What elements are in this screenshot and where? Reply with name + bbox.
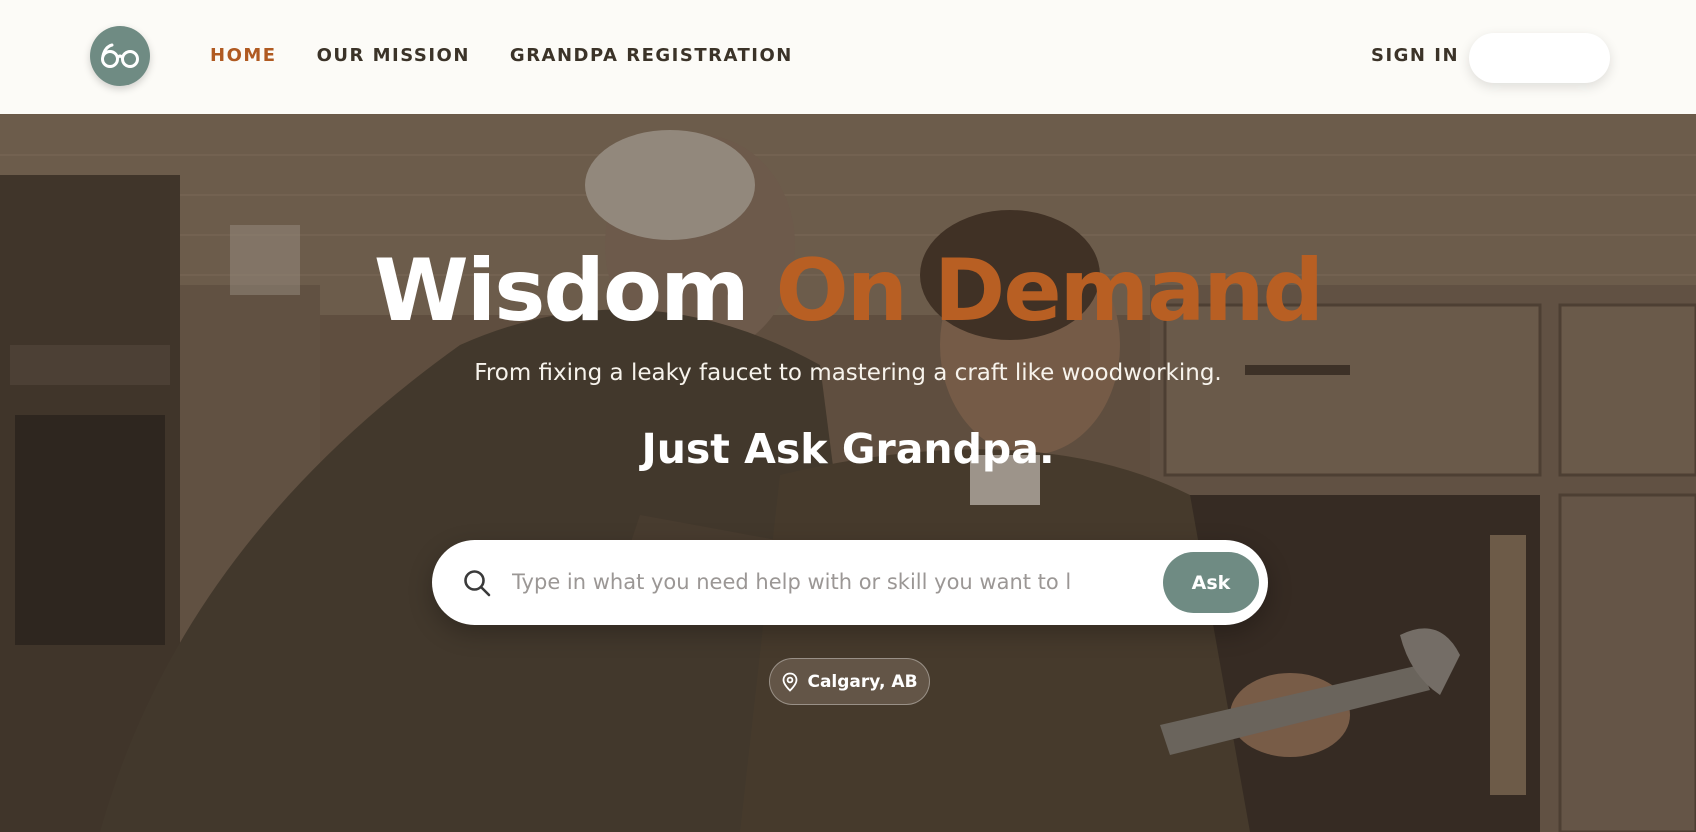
site-header: HOME OUR MISSION GRANDPA REGISTRATION SI… xyxy=(0,0,1696,115)
main-nav: HOME OUR MISSION GRANDPA REGISTRATION xyxy=(210,45,793,66)
location-label: Calgary, AB xyxy=(807,671,918,692)
logo[interactable] xyxy=(90,26,150,86)
hero-section: Wisdom On Demand From fixing a leaky fau… xyxy=(0,115,1696,832)
hero-subtitle: From fixing a leaky faucet to mastering … xyxy=(474,360,1222,386)
hero-tagline: Just Ask Grandpa. xyxy=(641,425,1055,473)
hero-title-accent: On Demand xyxy=(775,241,1324,341)
nav-grandpa-registration[interactable]: GRANDPA REGISTRATION xyxy=(510,45,793,66)
ask-button[interactable]: Ask xyxy=(1163,552,1259,613)
sign-in-link[interactable]: SIGN IN xyxy=(1371,45,1459,66)
reading-glasses-icon xyxy=(101,43,139,68)
hero-title: Wisdom On Demand xyxy=(0,241,1696,341)
location-chip[interactable]: Calgary, AB xyxy=(769,658,930,705)
nav-our-mission[interactable]: OUR MISSION xyxy=(317,45,470,66)
search-icon xyxy=(464,570,491,597)
hero-overlay xyxy=(0,115,1696,832)
hero-title-main: Wisdom xyxy=(373,241,750,341)
nav-home[interactable]: HOME xyxy=(210,45,277,66)
map-pin-icon xyxy=(783,672,798,692)
search-input[interactable] xyxy=(512,558,1072,606)
header-action-button[interactable] xyxy=(1469,33,1610,83)
search-bar: Ask xyxy=(432,540,1268,625)
